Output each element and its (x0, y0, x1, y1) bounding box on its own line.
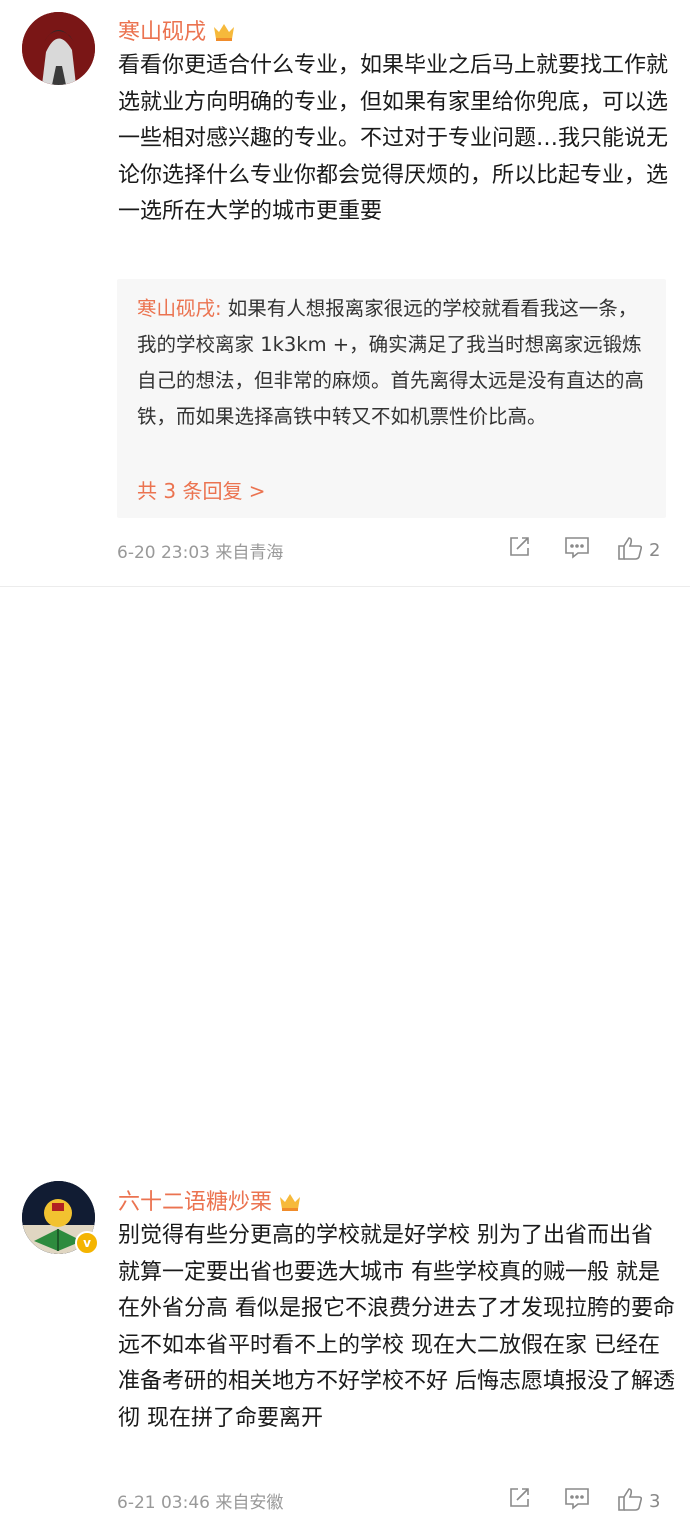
verified-icon: v (75, 1231, 99, 1255)
divider (0, 586, 690, 587)
comment-item: 寒山砚戌 看看你更适合什么专业，如果毕业之后马上就要找工作就选就业方向明确的专业… (0, 0, 690, 588)
reply-author[interactable]: 寒山砚戌: (137, 297, 222, 320)
comment-meta: 6-20 23:03 来自青海 (117, 543, 284, 563)
like-count: 2 (649, 539, 661, 561)
comment-text: 别觉得有些分更高的学校就是好学校 别为了出省而出省 就算一定要出省也要选大城市 … (118, 1223, 675, 1431)
view-replies-link[interactable]: 共 3 条回复 > (137, 475, 266, 504)
comment-button[interactable] (564, 535, 590, 563)
reply-text: 寒山砚戌: 如果有人想报离家很远的学校就看看我这一条，我的学校离家 1k3km … (137, 297, 645, 428)
vip-crown-icon (278, 1191, 302, 1219)
comment-icon (564, 1486, 590, 1514)
comment-item: v 六十二语糖炒栗 别觉得有些分更高的学校就是好学校 别为了出省而出省 就算一定… (0, 588, 690, 1513)
share-button[interactable] (507, 1486, 531, 1514)
username[interactable]: 寒山砚戌 (118, 14, 236, 49)
like-icon (617, 1486, 643, 1516)
share-icon (507, 1486, 531, 1514)
comment-icon (564, 535, 590, 563)
like-count: 3 (649, 1490, 661, 1512)
comment-meta: 6-21 03:46 来自安徽 (117, 1493, 284, 1513)
share-button[interactable] (507, 535, 531, 563)
reply-preview[interactable]: 寒山砚戌: 如果有人想报离家很远的学校就看看我这一条，我的学校离家 1k3km … (117, 279, 666, 518)
like-icon (617, 535, 643, 565)
like-button[interactable]: 3 (617, 1486, 660, 1516)
username[interactable]: 六十二语糖炒栗 (118, 1184, 302, 1219)
vip-crown-icon (212, 21, 236, 49)
comment-text: 看看你更适合什么专业，如果毕业之后马上就要找工作就选就业方向明确的专业，但如果有… (118, 53, 669, 224)
comment-button[interactable] (564, 1486, 590, 1514)
avatar[interactable] (22, 12, 95, 85)
like-button[interactable]: 2 (617, 535, 660, 565)
share-icon (507, 535, 531, 563)
